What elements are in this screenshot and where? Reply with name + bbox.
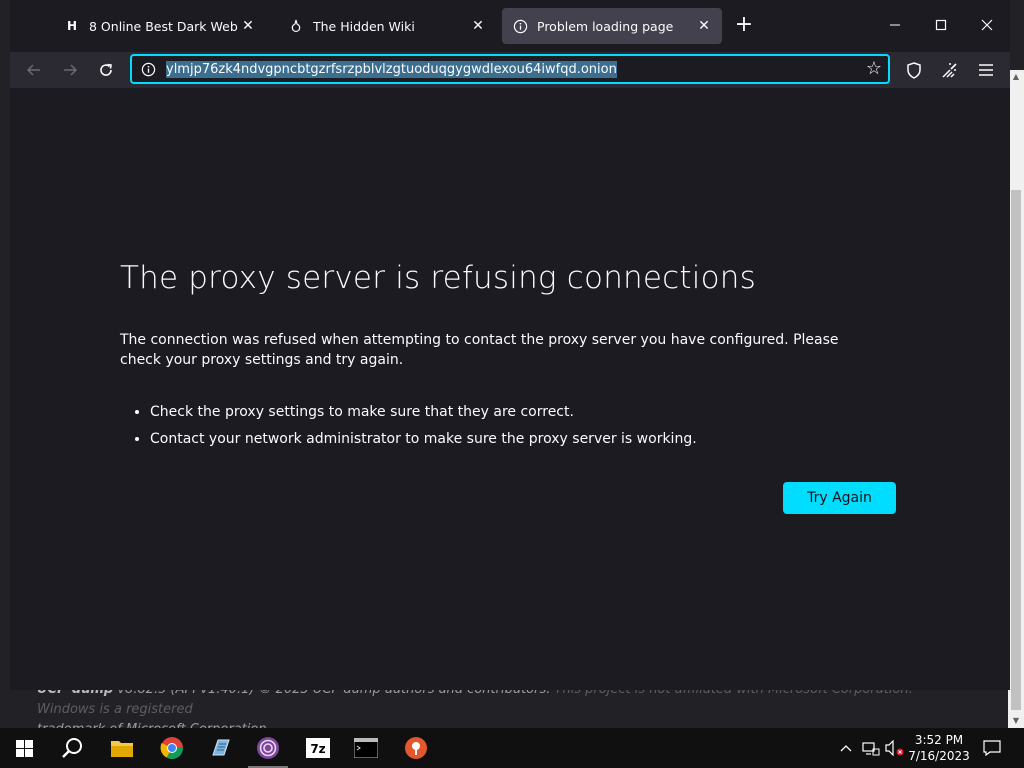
forward-arrow-icon[interactable] [56,56,84,84]
shield-icon[interactable] [900,56,928,84]
hidden-wiki-h-logo-icon: H [66,19,78,33]
windows-start-icon[interactable] [0,728,48,768]
clock-date: 7/16/2023 [908,749,970,763]
navigation-toolbar: ylmjp76zk4ndvgpncbtgzrfsrzpblvlzgtuoduqg… [10,52,1010,88]
search-icon[interactable] [48,728,96,768]
tab-problem-loading[interactable]: Problem loading page ✕ [502,8,722,44]
site-info-icon[interactable] [138,62,158,77]
close-tab-icon[interactable]: ✕ [470,18,486,34]
scrollbar-thumb[interactable] [1011,190,1021,710]
error-title: The proxy server is refusing connections [120,260,756,296]
file-explorer-icon[interactable] [98,728,146,768]
browser-window: H 8 Online Best Dark Web Search E ✕ The … [10,0,1010,690]
url-text[interactable]: ylmjp76zk4ndvgpncbtgzrfsrzpblvlzgtuoduqg… [166,60,617,78]
taskbar-clock[interactable]: 3:52 PM 7/16/2023 [906,732,972,764]
tab-label: 8 Online Best Dark Web Search E [89,18,240,34]
close-tab-icon[interactable]: ✕ [240,18,256,34]
notifications-icon[interactable] [980,728,1004,768]
close-tab-icon[interactable]: ✕ [696,18,712,34]
tor-browser-icon[interactable] [244,728,292,768]
tab-label: Problem loading page [537,18,674,34]
hamburger-menu-icon[interactable] [972,56,1000,84]
minimize-icon[interactable] [872,12,918,40]
chevron-up-icon[interactable] [836,728,856,768]
list-item: Check the proxy settings to make sure th… [150,399,697,426]
command-prompt-icon[interactable] [342,728,390,768]
scroll-down-arrow-icon[interactable]: ▼ [1008,714,1024,728]
clock-time: 3:52 PM [914,733,964,747]
tab-label: The Hidden Wiki [313,18,415,34]
try-again-button[interactable]: Try Again [783,482,896,514]
info-icon [512,18,528,34]
svg-text:7z: 7z [310,742,325,756]
tab-dark-web-search[interactable]: H 8 Online Best Dark Web Search E ✕ [54,8,266,44]
tab-hidden-wiki[interactable]: The Hidden Wiki ✕ [278,8,496,44]
background-scrollbar[interactable]: ▲ ▼ [1008,70,1024,728]
new-tab-plus-icon[interactable]: + [732,14,756,38]
7zip-icon[interactable]: 7z [294,728,342,768]
error-suggestions-list: Check the proxy settings to make sure th… [120,399,697,453]
address-bar[interactable]: ylmjp76zk4ndvgpncbtgzrfsrzpblvlzgtuoduqg… [130,54,890,84]
reload-icon[interactable] [92,56,120,84]
list-item: Contact your network administrator to ma… [150,426,697,453]
network-icon[interactable] [860,728,882,768]
notepad-icon[interactable] [196,728,244,768]
tor-circuit-broom-icon[interactable] [936,56,964,84]
error-description: The connection was refused when attempti… [120,332,839,368]
bookmark-star-icon[interactable]: ☆ [866,60,882,78]
windows-taskbar: 7z 3:52 PM 7/16/2023 [0,728,1024,768]
scroll-up-arrow-icon[interactable]: ▲ [1008,70,1024,84]
tor-onion-icon [288,18,304,34]
error-page: The proxy server is refusing connections… [10,88,1010,690]
volume-muted-icon[interactable] [884,728,906,768]
close-window-icon[interactable] [964,12,1010,40]
app-map-pin-icon[interactable] [392,728,440,768]
maximize-icon[interactable] [918,12,964,40]
chrome-icon[interactable] [148,728,196,768]
back-arrow-icon[interactable] [20,56,48,84]
tab-strip: H 8 Online Best Dark Web Search E ✕ The … [10,0,1010,52]
